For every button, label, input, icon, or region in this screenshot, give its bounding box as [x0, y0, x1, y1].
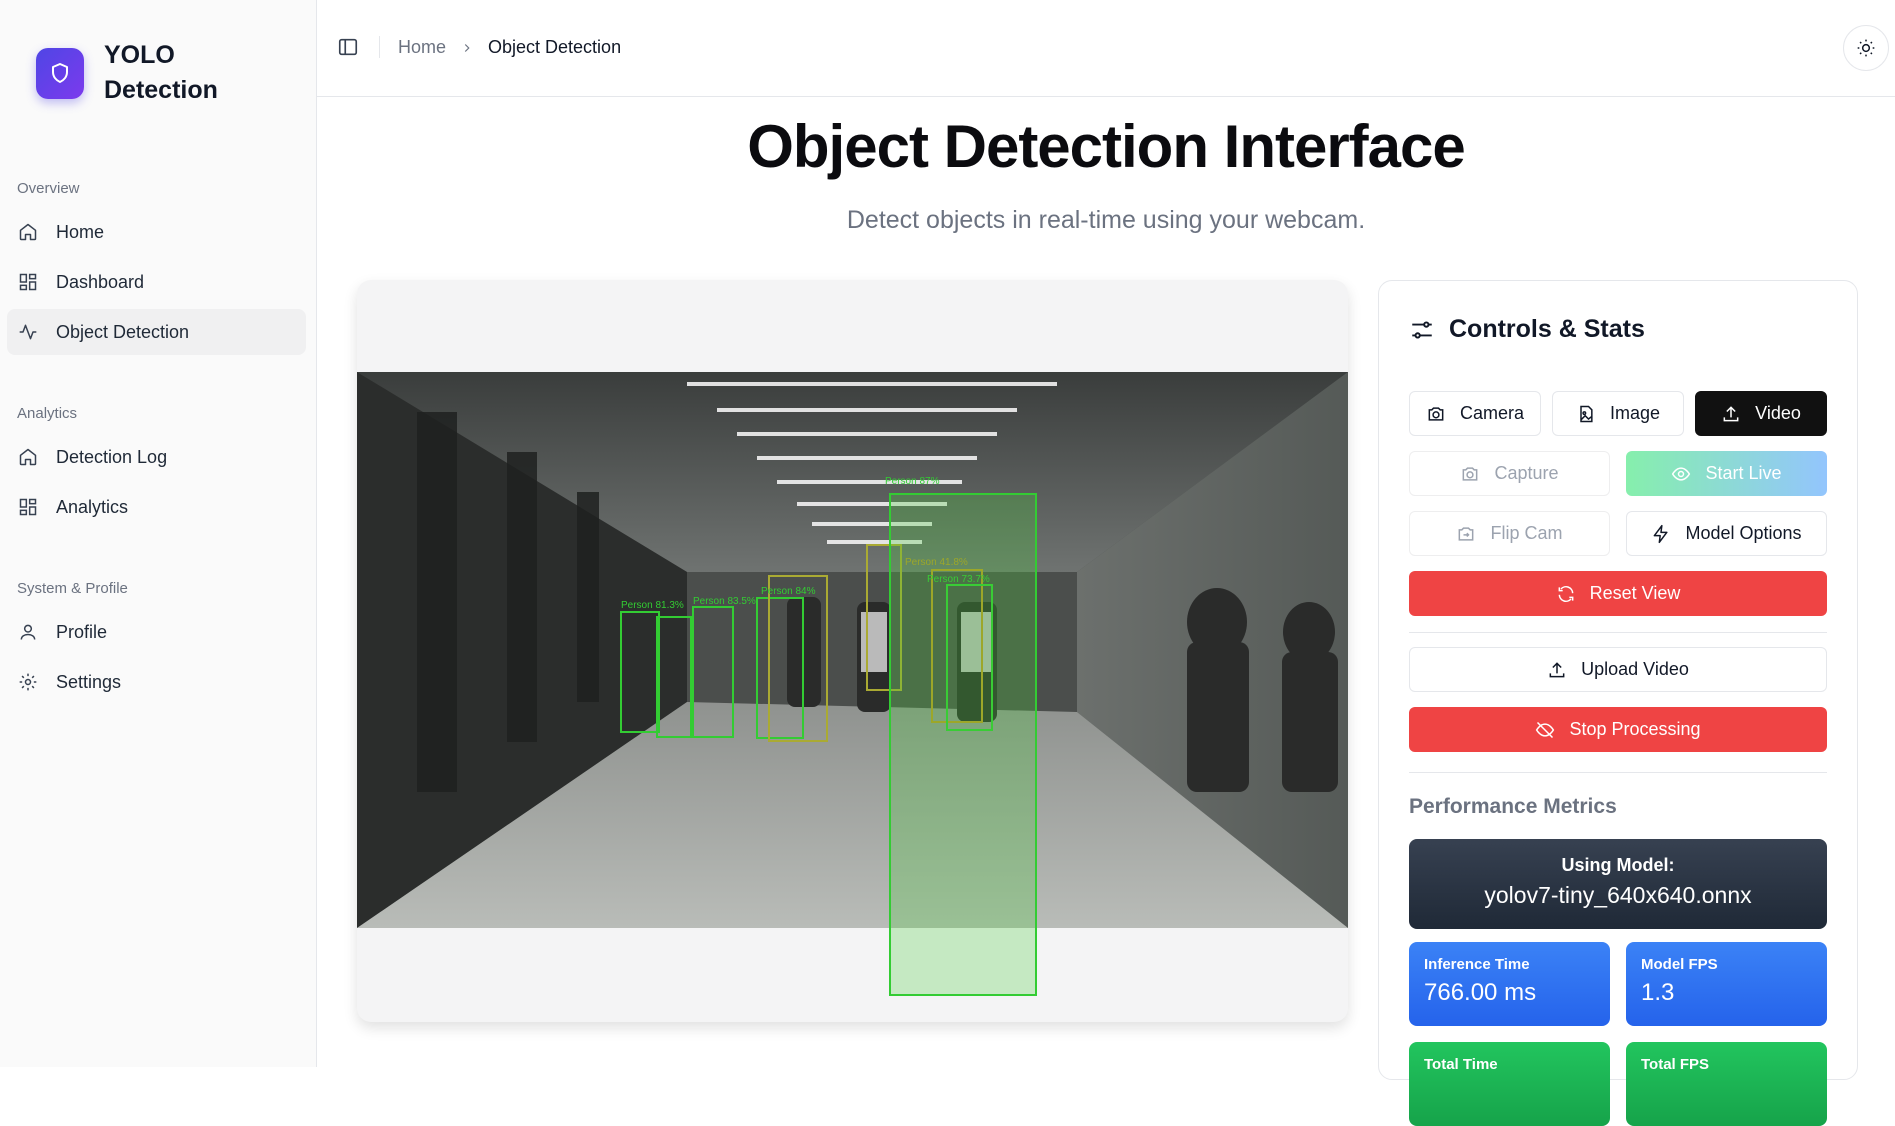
model-info-card: Using Model: yolov7-tiny_640x640.onnx: [1409, 839, 1827, 929]
upload-video-button[interactable]: Upload Video: [1409, 647, 1827, 692]
divider: [1409, 772, 1827, 773]
sun-icon: [1857, 39, 1875, 57]
nav-section-system: System & Profile: [17, 580, 128, 597]
video-frame[interactable]: Person 87% Person 41.8% Person 73.7% Per…: [357, 372, 1348, 928]
zap-icon: [1654, 524, 1669, 543]
inference-time-card: Inference Time 766.00 ms: [1409, 942, 1610, 1026]
brand[interactable]: YOLO Detection: [36, 38, 218, 108]
grid-icon: [17, 496, 39, 518]
capture-button[interactable]: Capture: [1409, 451, 1610, 496]
corridor-scene: Person 87% Person 41.8% Person 73.7% Per…: [357, 372, 1348, 928]
controls-panel: Controls & Stats Camera Image Video Capt…: [1378, 280, 1858, 1126]
image-source-button[interactable]: Image: [1552, 391, 1684, 436]
sidebar: YOLO Detection Overview Home Dashboard O…: [0, 0, 317, 1067]
panel-title: Controls & Stats: [1409, 315, 1645, 344]
user-icon: [17, 621, 39, 643]
nav-section-overview: Overview: [17, 180, 80, 197]
top-header: Home Object Detection: [317, 0, 1895, 97]
video-preview: Person 87% Person 41.8% Person 73.7% Per…: [357, 280, 1348, 1022]
breadcrumb: Home Object Detection: [398, 37, 621, 58]
total-fps-card: Total FPS: [1626, 1042, 1827, 1126]
camera-icon: [1463, 466, 1478, 481]
divider: [1409, 632, 1827, 633]
total-time-card: Total Time: [1409, 1042, 1610, 1126]
activity-icon: [17, 321, 39, 343]
refresh-icon: [1558, 585, 1574, 602]
page-title: Object Detection Interface: [747, 113, 1466, 180]
home-icon: [17, 221, 39, 243]
breadcrumb-home-link[interactable]: Home: [398, 37, 446, 58]
upload-icon: [1723, 405, 1739, 421]
model-fps-value: 1.3: [1641, 979, 1675, 1006]
sidebar-item-home[interactable]: Home: [7, 209, 306, 255]
page-subtitle: Detect objects in real-time using your w…: [846, 206, 1366, 234]
gear-icon: [17, 671, 39, 693]
eye-icon: [1672, 466, 1691, 481]
sidebar-item-analytics[interactable]: Analytics: [7, 484, 306, 530]
detection-label: Person 84%: [761, 586, 816, 597]
grid-icon: [17, 271, 39, 293]
camera-icon: [1428, 406, 1444, 421]
upload-icon: [1549, 661, 1565, 677]
breadcrumb-current: Object Detection: [488, 37, 622, 57]
detection-label: Person 87%: [885, 476, 940, 487]
reset-view-button[interactable]: Reset View: [1409, 571, 1827, 616]
stop-processing-button[interactable]: Stop Processing: [1409, 707, 1827, 752]
camera-source-button[interactable]: Camera: [1409, 391, 1541, 436]
inference-time-value: 766.00 ms: [1424, 979, 1537, 1006]
shield-logo-icon: [36, 47, 84, 99]
sidebar-toggle-icon[interactable]: [337, 36, 359, 58]
model-options-button[interactable]: Model Options: [1626, 511, 1827, 556]
detection-label: Person 81.3%: [621, 600, 684, 611]
image-file-icon: [1580, 405, 1593, 422]
model-name: yolov7-tiny_640x640.onnx: [1484, 882, 1752, 908]
eye-off-icon: [1536, 721, 1555, 738]
sidebar-item-dashboard[interactable]: Dashboard: [7, 259, 306, 305]
nav-section-analytics: Analytics: [17, 405, 78, 422]
start-live-button[interactable]: Start Live: [1626, 451, 1827, 496]
sidebar-item-settings[interactable]: Settings: [7, 659, 306, 705]
chevron-right-icon: [464, 43, 470, 52]
detection-box-highlight: [889, 493, 1037, 996]
theme-toggle-button[interactable]: [1843, 25, 1889, 71]
model-fps-card: Model FPS 1.3: [1626, 942, 1827, 1026]
sidebar-item-object-detection[interactable]: Object Detection: [7, 309, 306, 355]
switch-camera-icon: [1459, 526, 1474, 541]
video-source-button[interactable]: Video: [1695, 391, 1827, 436]
brand-name: YOLO Detection: [104, 41, 218, 104]
flip-cam-button[interactable]: Flip Cam: [1409, 511, 1610, 556]
metrics-title: Performance Metrics: [1409, 795, 1617, 818]
sidebar-item-detection-log[interactable]: Detection Log: [7, 434, 306, 480]
model-label: Using Model:: [1561, 855, 1675, 875]
header-divider: [379, 36, 380, 58]
sliders-icon: [1412, 320, 1432, 339]
detection-label: Person 83.5%: [693, 596, 756, 607]
sidebar-item-profile[interactable]: Profile: [7, 609, 306, 655]
home-icon: [17, 446, 39, 468]
